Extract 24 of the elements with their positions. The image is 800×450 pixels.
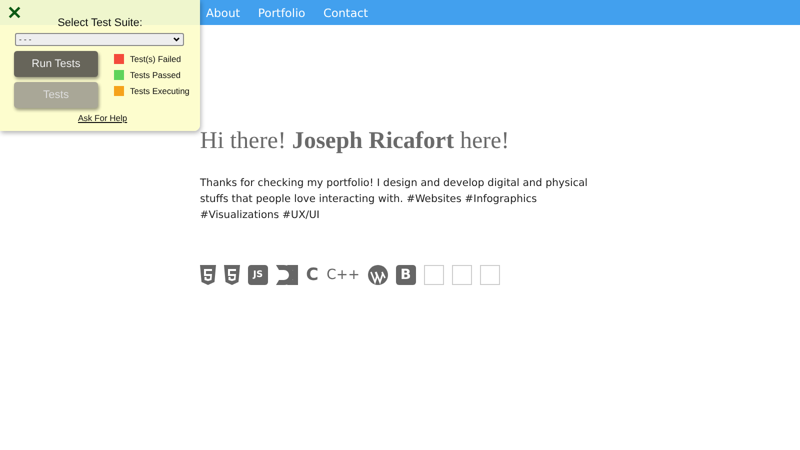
hero-heading: Hi there! Joseph Ricafort here! <box>200 128 510 155</box>
chevron-icon <box>173 37 180 42</box>
logo-letter-icon: C++ <box>326 265 360 285</box>
logo-badge-icon: JS <box>248 265 268 285</box>
nav-link[interactable]: Contact <box>323 6 368 20</box>
suite-select[interactable]: - - - <box>15 33 184 46</box>
nav-link[interactable]: Portfolio <box>258 6 306 20</box>
html5-shield-icon <box>200 265 216 285</box>
broken-image-icon <box>480 265 500 285</box>
wordpress-logo-icon <box>368 265 388 285</box>
close-icon[interactable]: ✕ <box>7 2 22 24</box>
logo-badge-icon: B <box>396 265 416 285</box>
intro-paragraph: Thanks for checking my portfolio! I design and develop digital and physical stuffs that people love interacting with. #Websites #Infographics #Visualizations #UX/UI <box>200 176 589 223</box>
run-tests-button[interactable]: Run Tests <box>14 51 98 77</box>
nav-link[interactable]: About <box>206 6 240 20</box>
broken-image-icon <box>424 265 444 285</box>
legend-label: Tests Passed <box>130 70 181 80</box>
legend-label: Tests Executing <box>130 86 190 96</box>
css3-shield-icon <box>224 265 240 285</box>
help-link[interactable]: Ask For Help <box>78 113 128 123</box>
legend-label: Test(s) Failed <box>130 54 182 64</box>
panel-title: Select Test Suite: <box>58 17 142 29</box>
broken-image-icon <box>452 265 472 285</box>
logo-letter-icon: C <box>306 265 318 285</box>
